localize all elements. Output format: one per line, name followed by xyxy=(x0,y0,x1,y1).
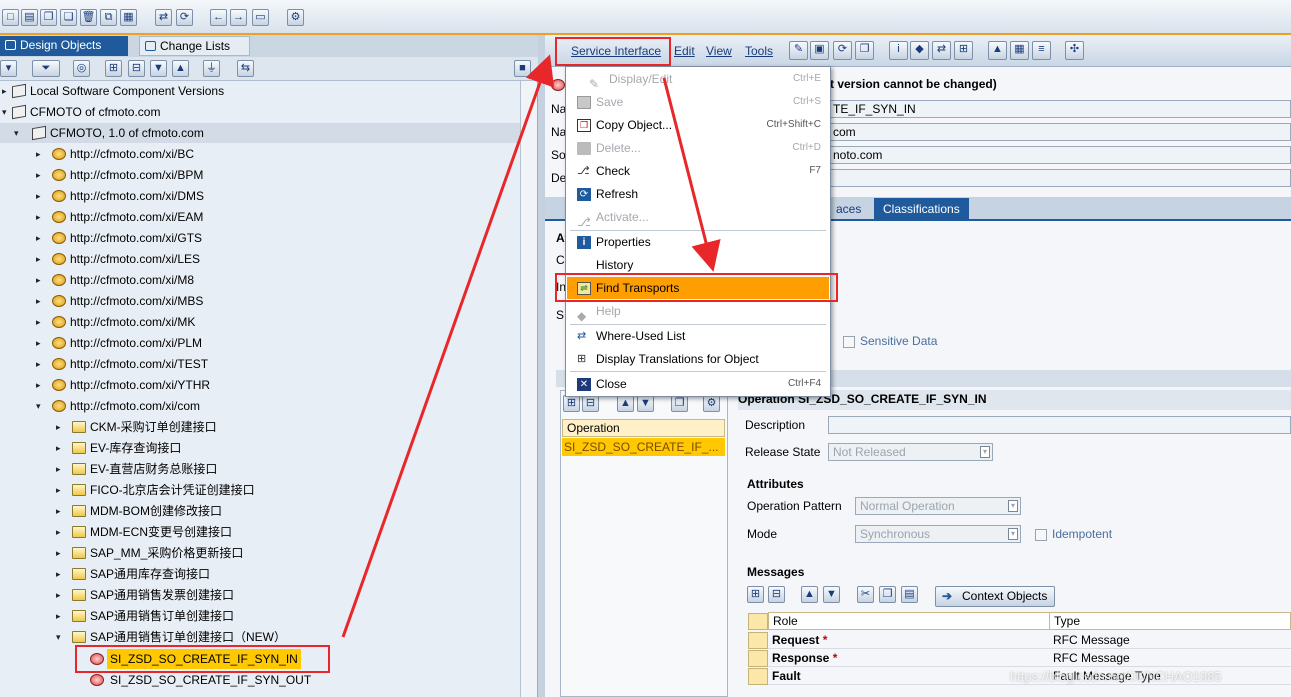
arrow-to-menu xyxy=(341,54,555,638)
annotation-arrows xyxy=(341,54,721,638)
arrow-to-find-transports xyxy=(662,77,721,272)
